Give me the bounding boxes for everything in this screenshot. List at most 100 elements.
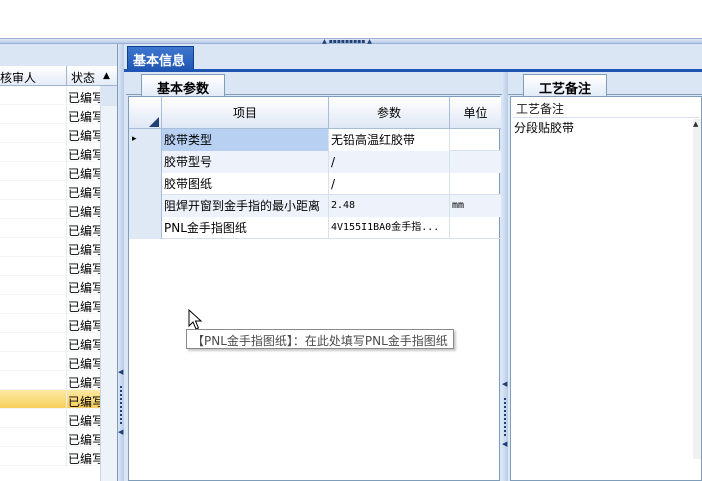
list-item[interactable]: 已编写 <box>0 371 100 390</box>
sort-up-icon: ▲ <box>103 71 110 81</box>
list-item-status: 已编写 <box>68 205 100 219</box>
table-row[interactable]: PNL金手指图纸 4V155I1BA0金手指... <box>129 217 501 239</box>
column-divider <box>66 181 67 200</box>
collapse-right-icon[interactable]: ◀ <box>502 440 507 448</box>
list-item[interactable]: 已编写 <box>0 257 100 276</box>
list-item[interactable]: 已编写 <box>0 162 100 181</box>
list-item-status: 已编写 <box>68 224 100 238</box>
notes-panel: 工艺备注 工艺备注 分段贴胶带 ▲ <box>508 72 702 481</box>
left-list-header: 核审人 状态 ▲ <box>0 66 117 86</box>
list-item[interactable]: 已编写 <box>0 200 100 219</box>
list-item-status: 已编写 <box>68 319 100 333</box>
cell-param[interactable]: / <box>329 151 450 173</box>
column-divider <box>66 105 67 124</box>
cell-param[interactable]: 无铅高温红胶带 <box>329 129 450 151</box>
list-item[interactable]: 已编写 <box>0 333 100 352</box>
column-divider <box>66 428 67 447</box>
params-panel: 基本参数 项目 参数 单位 ▸ 胶带类型 无铅高温红胶带 胶带型号 / 胶带图纸 / 阻焊开窗… <box>126 72 502 481</box>
splitter-grip-icon[interactable] <box>504 398 506 436</box>
list-item-status: 已编写 <box>68 148 100 162</box>
cell-unit[interactable] <box>450 173 501 195</box>
notes-scrollbar[interactable]: ▲ <box>693 119 701 459</box>
row-indicator[interactable] <box>129 173 162 195</box>
list-item[interactable]: 已编写 <box>0 428 100 447</box>
notes-textarea[interactable]: 分段贴胶带 <box>513 119 574 136</box>
tab-basic-params[interactable]: 基本参数 <box>141 74 225 97</box>
list-item[interactable]: 已编写 <box>0 409 100 428</box>
column-header-unit[interactable]: 单位 <box>450 97 501 129</box>
list-item[interactable]: 已编写 <box>0 105 100 124</box>
cell-item[interactable]: 阻焊开窗到金手指的最小距离 <box>162 195 329 217</box>
list-item-status: 已编写 <box>68 281 100 295</box>
left-list-panel: 核审人 状态 ▲ 已编写已编写已编写已编写已编写已编写已编写已编写已编写已编写已… <box>0 44 118 481</box>
table-row[interactable]: 胶带图纸 / <box>129 173 501 195</box>
list-item[interactable]: 已编写 <box>0 181 100 200</box>
scroll-up-icon[interactable]: ▲ <box>693 120 698 128</box>
list-item-status: 已编写 <box>68 395 100 409</box>
column-divider <box>66 333 67 352</box>
list-item[interactable]: 已编写 <box>0 295 100 314</box>
cell-unit[interactable]: mm <box>450 195 501 217</box>
row-indicator[interactable] <box>129 195 162 217</box>
column-divider <box>66 295 67 314</box>
table-row[interactable]: 阻焊开窗到金手指的最小距离 2.48 mm <box>129 195 501 217</box>
column-divider <box>66 371 67 390</box>
list-item[interactable]: 已编写 <box>0 238 100 257</box>
column-divider <box>66 409 67 428</box>
row-indicator[interactable]: ▸ <box>129 129 162 151</box>
column-divider <box>66 352 67 371</box>
cell-param[interactable]: / <box>329 173 450 195</box>
list-item-status: 已编写 <box>68 186 100 200</box>
list-item[interactable]: 已编写 <box>0 314 100 333</box>
cell-unit[interactable] <box>450 129 501 151</box>
collapse-left-icon[interactable]: ◀ <box>118 428 123 436</box>
list-item-status: 已编写 <box>68 110 100 124</box>
list-item[interactable]: 已编写 <box>0 86 100 105</box>
cell-item[interactable]: PNL金手指图纸 <box>162 217 329 239</box>
cell-item[interactable]: 胶带型号 <box>162 151 329 173</box>
column-header-reviewer[interactable]: 核审人 <box>0 69 36 86</box>
list-item[interactable]: 已编写 <box>0 276 100 295</box>
cell-item[interactable]: 胶带类型 <box>162 129 329 151</box>
tooltip: 【PNL金手指图纸】：在此处填写PNL金手指图纸 <box>186 329 454 349</box>
row-indicator[interactable] <box>129 217 162 239</box>
table-row[interactable]: ▸ 胶带类型 无铅高温红胶带 <box>129 129 501 151</box>
list-item[interactable]: 已编写 <box>0 219 100 238</box>
row-indicator[interactable] <box>129 151 162 173</box>
cell-param[interactable]: 4V155I1BA0金手指... <box>329 217 450 239</box>
cell-unit[interactable] <box>450 151 501 173</box>
column-header-param[interactable]: 参数 <box>329 97 450 129</box>
collapse-left-icon[interactable]: ◀ <box>118 368 123 376</box>
tab-basic-info[interactable]: 基本信息 <box>127 46 194 70</box>
params-grid-rows: ▸ 胶带类型 无铅高温红胶带 胶带型号 / 胶带图纸 / 阻焊开窗到金手指的最小距离 2.48 m… <box>129 129 501 239</box>
list-item[interactable]: 已编写 <box>0 143 100 162</box>
list-item[interactable]: 已编写 <box>0 124 100 143</box>
list-item[interactable]: 已编写 <box>0 447 100 466</box>
list-item-status: 已编写 <box>68 129 100 143</box>
list-item[interactable]: 已编写 <box>0 352 100 371</box>
column-header-item[interactable]: 项目 <box>162 97 329 129</box>
column-divider[interactable] <box>66 66 67 86</box>
list-item[interactable]: 已编写 <box>0 390 100 409</box>
column-divider <box>66 390 67 409</box>
column-divider <box>66 143 67 162</box>
cell-param[interactable]: 2.48 <box>329 195 450 217</box>
column-divider <box>66 200 67 219</box>
cell-unit[interactable] <box>450 217 501 239</box>
params-grid-body: 项目 参数 单位 ▸ 胶带类型 无铅高温红胶带 胶带型号 / 胶带图纸 / 阻焊开窗到金手指的… <box>128 96 501 481</box>
column-divider <box>66 314 67 333</box>
table-row[interactable]: 胶带型号 / <box>129 151 501 173</box>
collapse-right-icon[interactable]: ◀ <box>502 380 507 388</box>
splitter-grip-icon[interactable] <box>120 386 122 424</box>
list-item-status: 已编写 <box>68 338 100 352</box>
list-item-status: 已编写 <box>68 452 100 466</box>
column-header-status[interactable]: 状态 <box>71 69 95 86</box>
tab-process-notes[interactable]: 工艺备注 <box>523 74 607 97</box>
grid-corner[interactable] <box>129 97 162 129</box>
left-list-rows: 已编写已编写已编写已编写已编写已编写已编写已编写已编写已编写已编写已编写已编写已… <box>0 86 100 466</box>
left-list-scrollbar[interactable] <box>100 106 117 481</box>
top-blank-area <box>0 0 702 38</box>
column-divider <box>66 219 67 238</box>
cell-item[interactable]: 胶带图纸 <box>162 173 329 195</box>
column-divider <box>66 238 67 257</box>
